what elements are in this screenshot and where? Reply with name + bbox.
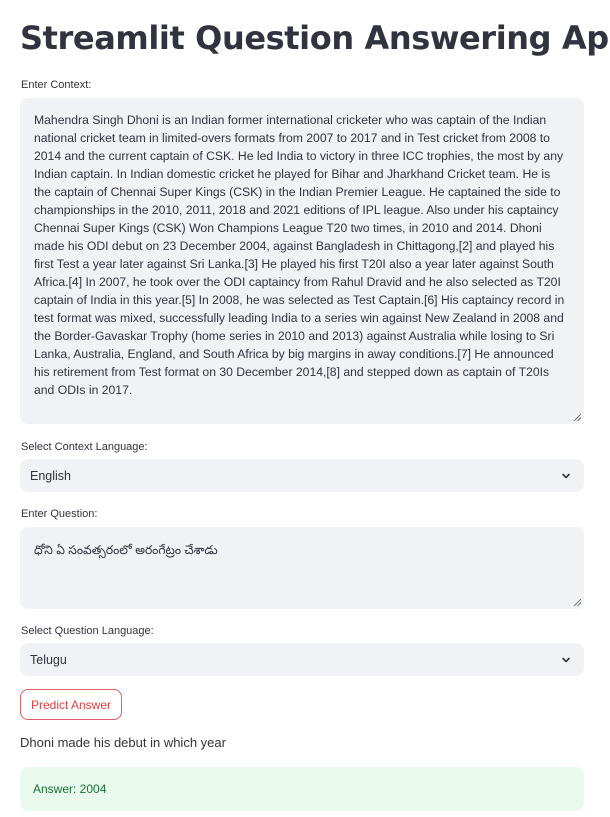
- question-label: Enter Question:: [21, 508, 98, 520]
- context-language-value: English: [30, 468, 71, 483]
- question-language-select[interactable]: Telugu: [20, 643, 584, 676]
- context-language-select[interactable]: English: [20, 459, 584, 492]
- answer-alert: Answer: 2004: [20, 767, 584, 811]
- chevron-down-icon: [562, 473, 570, 478]
- resize-grip-icon[interactable]: [573, 413, 581, 421]
- question-language-label: Select Question Language:: [21, 625, 154, 637]
- question-language-value: Telugu: [30, 652, 67, 667]
- chevron-down-icon: [562, 657, 570, 662]
- predict-answer-button[interactable]: Predict Answer: [20, 689, 122, 720]
- context-textarea[interactable]: Mahendra Singh Dhoni is an Indian former…: [20, 98, 584, 424]
- translated-question-text: Dhoni made his debut in which year: [20, 735, 226, 750]
- answer-text: Answer: 2004: [33, 782, 107, 796]
- question-text: ధోని ఏ సంవత్సరంలో అరంగేట్రం చేశాడు: [34, 543, 218, 557]
- context-text: Mahendra Singh Dhoni is an Indian former…: [34, 113, 565, 397]
- app-container: Streamlit Question Answering App Enter C…: [0, 0, 610, 817]
- context-label: Enter Context:: [21, 79, 92, 91]
- context-language-label: Select Context Language:: [21, 441, 148, 453]
- question-textarea[interactable]: ధోని ఏ సంవత్సరంలో అరంగేట్రం చేశాడు: [20, 527, 584, 609]
- resize-grip-icon[interactable]: [573, 598, 581, 606]
- page-title: Streamlit Question Answering App: [20, 19, 610, 57]
